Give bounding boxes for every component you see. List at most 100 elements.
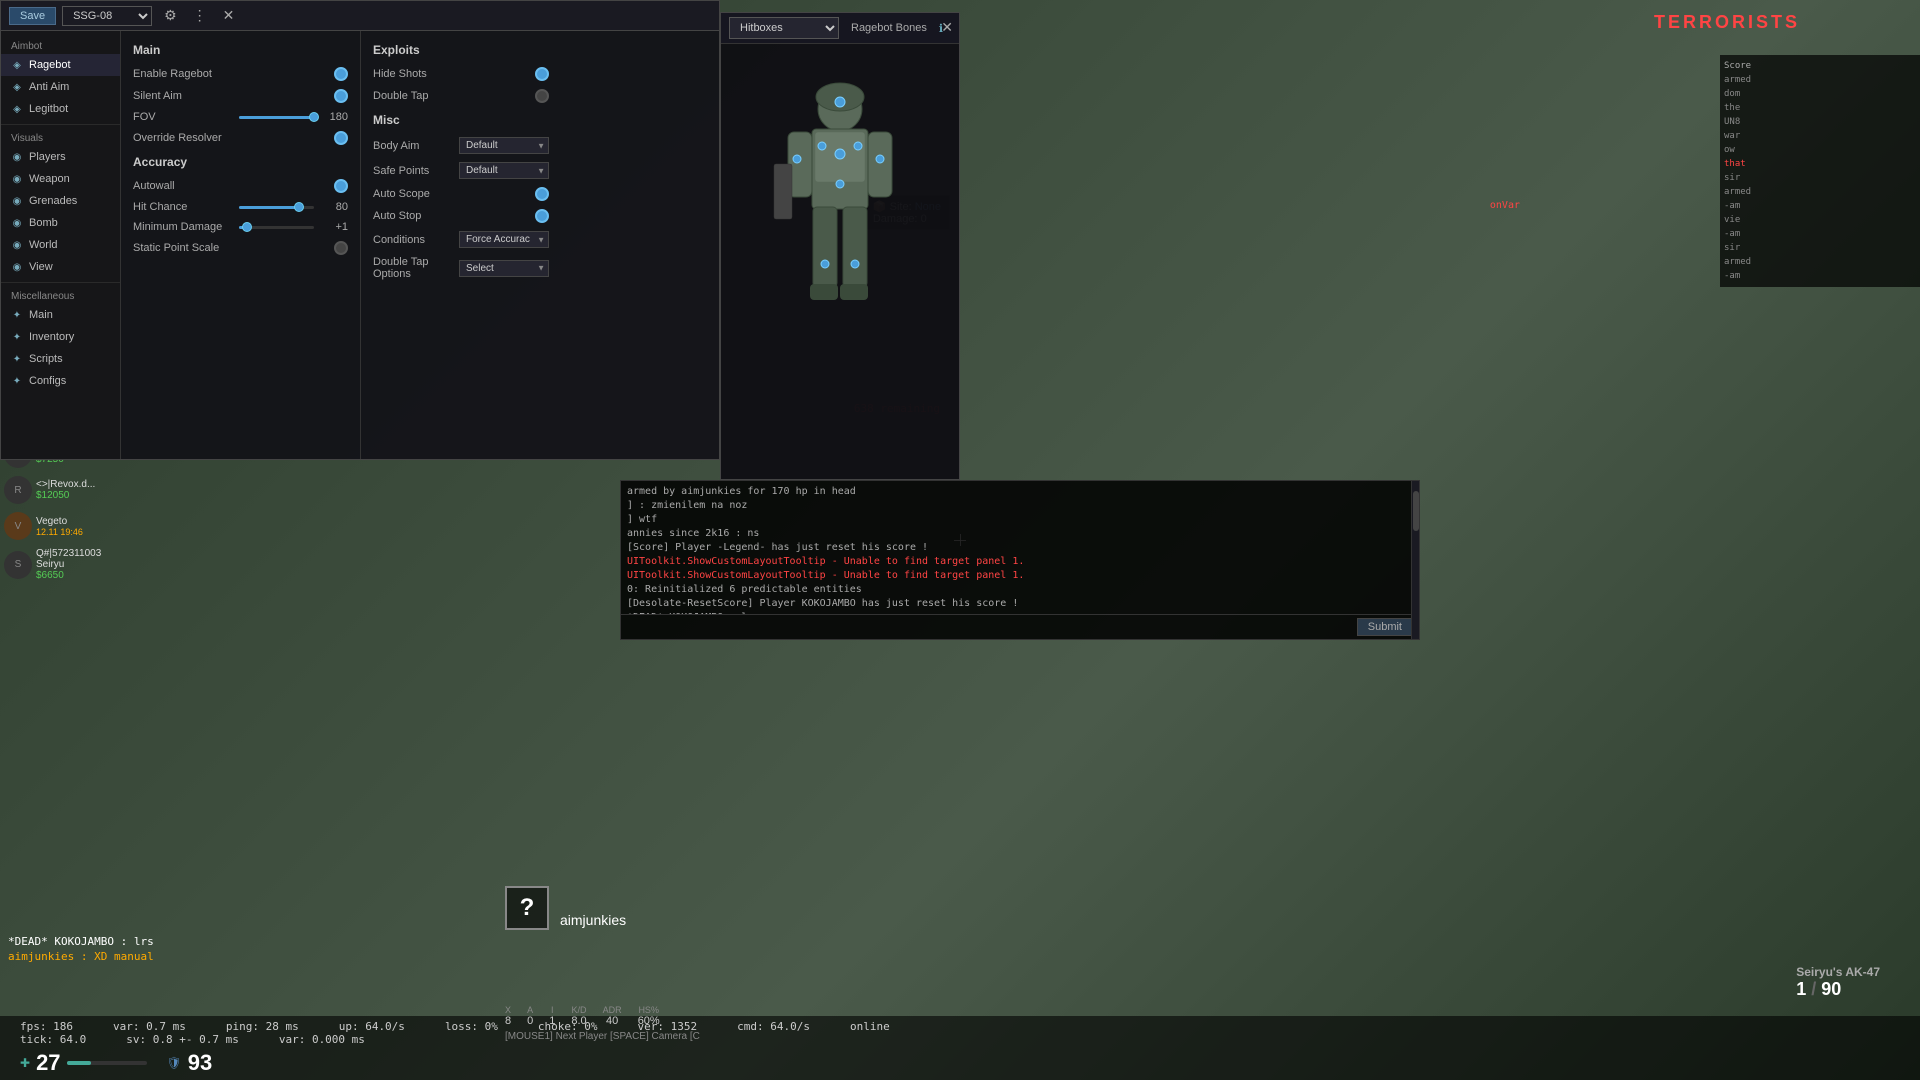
score-col-a: A 0	[527, 1005, 533, 1027]
sidebar-item-inventory[interactable]: ✦ Inventory	[1, 326, 120, 348]
console-scrollbar[interactable]	[1411, 481, 1419, 639]
fov-slider-row: FOV 180	[133, 111, 348, 123]
body-aim-select[interactable]: Default	[459, 137, 549, 154]
silent-aim-toggle[interactable]	[334, 89, 348, 103]
bones-close-button[interactable]: ✕	[941, 19, 953, 36]
config-select[interactable]: SSG-08	[62, 6, 152, 26]
score-val: 0	[527, 1015, 533, 1027]
fov-slider-track[interactable]	[239, 116, 314, 119]
conditions-select[interactable]: Force Accuracy	[459, 231, 549, 248]
fov-value: 180	[320, 111, 348, 123]
sidebar: Aimbot ◈ Ragebot ◈ Anti Aim ◈ Legitbot V…	[1, 31, 121, 459]
sidebar-item-weapon[interactable]: ◉ Weapon	[1, 168, 120, 190]
auto-scope-toggle[interactable]	[535, 187, 549, 201]
player-info: <>|Revox.d... $12050	[36, 479, 116, 501]
fov-label: FOV	[133, 111, 233, 123]
stat-var: var: 0.7 ms	[113, 1020, 186, 1033]
score-col-i: I 1	[549, 1005, 555, 1027]
menu-icon-btn-2[interactable]: ⋮	[189, 5, 211, 26]
legitbot-icon: ◈	[11, 103, 23, 115]
player-info: Vegeto 12.11 19:46	[36, 516, 116, 537]
override-resolver-toggle[interactable]	[334, 131, 348, 145]
hit-chance-fill	[239, 206, 299, 209]
sidebar-item-configs[interactable]: ✦ Configs	[1, 370, 120, 392]
body-aim-label: Body Aim	[373, 140, 419, 152]
bones-top-bar: Hitboxes Ragebot Bones ℹ ✕	[721, 13, 959, 44]
double-tap-options-select[interactable]: Select	[459, 260, 549, 277]
safe-points-label: Safe Points	[373, 165, 429, 177]
sidebar-divider-2	[1, 282, 120, 283]
left-panel: Main Enable Ragebot Silent Aim FOV 180	[121, 31, 361, 459]
autowall-toggle[interactable]	[334, 179, 348, 193]
score-header: A	[527, 1005, 533, 1015]
console-panel: armed by aimjunkies for 170 hp in head ]…	[620, 480, 1420, 640]
menu-top-bar: Save SSG-08 ⚙ ⋮ ✕	[1, 1, 719, 31]
score-val: 60%	[638, 1015, 660, 1027]
score-col-kd: K/D 8.0	[571, 1005, 586, 1027]
min-damage-track[interactable]	[239, 226, 314, 229]
safe-points-row: Safe Points Default ▼	[373, 162, 549, 179]
sidebar-item-main[interactable]: ✦ Main	[1, 304, 120, 326]
player-money: $12050	[36, 490, 116, 501]
console-line: ] : zmienilem na noz	[627, 499, 1413, 513]
sidebar-item-ragebot[interactable]: ◈ Ragebot	[1, 54, 120, 76]
sidebar-item-grenades[interactable]: ◉ Grenades	[1, 190, 120, 212]
score-header: ADR	[603, 1005, 622, 1015]
health-bar-fill	[67, 1061, 91, 1065]
console-line: armed by aimjunkies for 170 hp in head	[627, 485, 1413, 499]
health-number: 27	[36, 1050, 60, 1076]
console-line-error: UIToolkit.ShowCustomLayoutTooltip - Unab…	[627, 569, 1413, 583]
auto-stop-label: Auto Stop	[373, 210, 421, 222]
player-avatar: S	[4, 551, 32, 579]
save-button[interactable]: Save	[9, 7, 56, 25]
sidebar-divider-1	[1, 124, 120, 125]
main-icon: ✦	[11, 309, 23, 321]
console-input[interactable]	[627, 618, 1351, 636]
sidebar-item-anti-aim[interactable]: ◈ Anti Aim	[1, 76, 120, 98]
auto-scope-row: Auto Scope	[373, 187, 549, 201]
score-header: K/D	[572, 1005, 587, 1015]
sidebar-item-players[interactable]: ◉ Players	[1, 146, 120, 168]
weapon-icon: ◉	[11, 173, 23, 185]
conditions-wrapper: Force Accuracy ▼	[459, 231, 549, 248]
static-point-toggle[interactable]	[334, 241, 348, 255]
hide-shots-toggle[interactable]	[535, 67, 549, 81]
player-name: Vegeto	[36, 516, 116, 527]
health-bar	[67, 1061, 147, 1065]
main-content-area: Main Enable Ragebot Silent Aim FOV 180	[121, 31, 719, 459]
menu-icon-btn-1[interactable]: ⚙	[160, 5, 181, 26]
fov-slider-fill	[239, 116, 314, 119]
sidebar-item-scripts[interactable]: ✦ Scripts	[1, 348, 120, 370]
menu-icon-btn-3[interactable]: ✕	[219, 5, 239, 26]
override-resolver-row: Override Resolver	[133, 131, 348, 145]
score-val: 8.0	[571, 1015, 586, 1027]
auto-stop-toggle[interactable]	[535, 209, 549, 223]
console-submit-button[interactable]: Submit	[1357, 618, 1413, 636]
right-panel: Exploits Hide Shots Double Tap Misc Body…	[361, 31, 561, 459]
menu-content: Aimbot ◈ Ragebot ◈ Anti Aim ◈ Legitbot V…	[1, 31, 719, 459]
sidebar-item-legitbot[interactable]: ◈ Legitbot	[1, 98, 120, 120]
double-tap-row: Double Tap	[373, 89, 549, 103]
sidebar-item-view[interactable]: ◉ View	[1, 256, 120, 278]
score-col-x: X 8	[505, 1005, 511, 1027]
weapon-question-icon: ?	[505, 886, 549, 930]
character-model-area	[721, 44, 959, 384]
auto-scope-label: Auto Scope	[373, 188, 430, 200]
enable-ragebot-toggle[interactable]	[334, 67, 348, 81]
hitbox-dropdown[interactable]: Hitboxes	[729, 17, 839, 39]
player-name: Q#|572311003 Seiryu	[36, 548, 116, 570]
sidebar-item-bomb[interactable]: ◉ Bomb	[1, 212, 120, 234]
double-tap-toggle[interactable]	[535, 89, 549, 103]
anti-aim-icon: ◈	[11, 81, 23, 93]
armor-icon: 🛡	[167, 1056, 182, 1070]
kill-notice: aimjunkies : XD manual	[0, 948, 162, 965]
aimjunkies-name: aimjunkies	[560, 912, 626, 928]
safe-points-select[interactable]: Default	[459, 162, 549, 179]
ammo-current: 1	[1796, 979, 1806, 999]
sidebar-item-world[interactable]: ◉ World	[1, 234, 120, 256]
hit-chance-thumb	[294, 202, 304, 212]
bomb-icon: ◉	[11, 217, 23, 229]
static-point-label: Static Point Scale	[133, 242, 219, 254]
hit-chance-track[interactable]	[239, 206, 314, 209]
save-section: Save SSG-08	[9, 6, 152, 26]
